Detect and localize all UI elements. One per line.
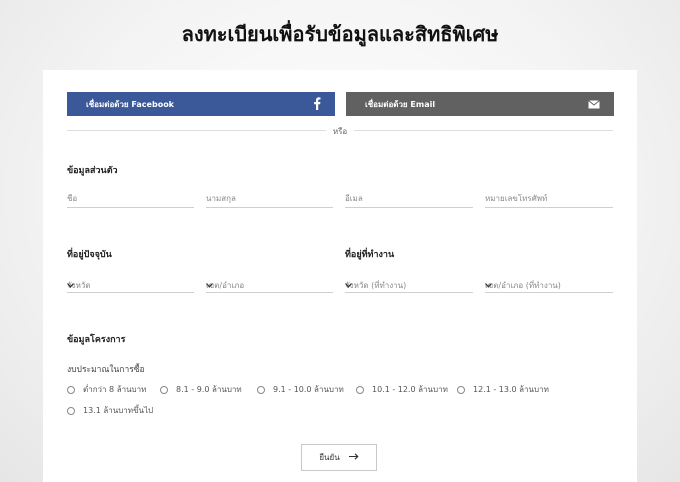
budget-option[interactable]: ต่ำกว่า 8 ล้านบาท [67, 383, 146, 396]
facebook-button-label: เชื่อมต่อด้วย Facebook [86, 99, 175, 109]
first-name-input[interactable] [67, 194, 194, 203]
chevron-down-icon [345, 281, 473, 290]
radio-circle[interactable] [67, 406, 75, 415]
registration-form: เชื่อมต่อด้วย Facebook เชื่อมต่อด้วย Ema… [43, 70, 637, 482]
home-province-select[interactable]: จังหวัด [67, 279, 194, 293]
page-title: ลงทะเบียนเพื่อรับข้อมูลและสิทธิพิเศษ [181, 22, 499, 46]
radio-circle[interactable] [160, 385, 168, 394]
email-input[interactable] [345, 194, 473, 203]
connect-email-button[interactable]: เชื่อมต่อด้วย Email [346, 92, 614, 116]
work-address-heading: ที่อยู่ที่ทำงาน [345, 250, 395, 260]
arrow-right-icon [348, 453, 359, 462]
budget-option-label: ต่ำกว่า 8 ล้านบาท [83, 385, 147, 394]
envelope-icon [588, 100, 600, 111]
last-name-field[interactable] [206, 194, 333, 208]
radio-circle[interactable] [257, 385, 265, 394]
budget-option[interactable]: 8.1 - 9.0 ล้านบาท [160, 383, 242, 396]
facebook-icon [313, 97, 321, 112]
budget-option[interactable]: 9.1 - 10.0 ล้านบาท [257, 383, 344, 396]
budget-option-label: 12.1 - 13.0 ล้านบาท [473, 385, 549, 394]
budget-option-label: 8.1 - 9.0 ล้านบาท [176, 385, 242, 394]
budget-option[interactable]: 12.1 - 13.0 ล้านบาท [457, 383, 549, 396]
budget-label: งบประมาณในการซื้อ [67, 365, 145, 375]
submit-button[interactable]: ยืนยัน [301, 444, 377, 471]
budget-option[interactable]: 13.1 ล้านบาทขึ้นไป [67, 404, 153, 417]
work-province-select[interactable]: จังหวัด (ที่ทำงาน) [345, 279, 473, 293]
home-address-heading: ที่อยู่ปัจจุบัน [67, 250, 112, 260]
submit-button-label: ยืนยัน [319, 453, 340, 462]
first-name-field[interactable] [67, 194, 194, 208]
personal-info-heading: ข้อมูลส่วนตัว [67, 166, 118, 176]
phone-input[interactable] [485, 194, 613, 203]
home-district-select[interactable]: เขต/อำเภอ [206, 279, 333, 293]
phone-field[interactable] [485, 194, 613, 208]
radio-circle[interactable] [356, 385, 364, 394]
chevron-down-icon [485, 281, 613, 290]
chevron-down-icon [67, 281, 194, 290]
budget-option[interactable]: 10.1 - 12.0 ล้านบาท [356, 383, 448, 396]
budget-option-label: 13.1 ล้านบาทขึ้นไป [83, 406, 154, 415]
work-district-select[interactable]: เขต/อำเภอ (ที่ทำงาน) [485, 279, 613, 293]
email-button-label: เชื่อมต่อด้วย Email [365, 99, 436, 109]
budget-option-label: 10.1 - 12.0 ล้านบาท [372, 385, 448, 394]
radio-circle[interactable] [67, 385, 75, 394]
project-info-heading: ข้อมูลโครงการ [67, 335, 126, 345]
last-name-input[interactable] [206, 194, 333, 203]
radio-circle[interactable] [457, 385, 465, 394]
or-label: หรือ [326, 125, 354, 138]
budget-option-label: 9.1 - 10.0 ล้านบาท [273, 385, 344, 394]
connect-facebook-button[interactable]: เชื่อมต่อด้วย Facebook [67, 92, 335, 116]
email-field[interactable] [345, 194, 473, 208]
chevron-down-icon [206, 281, 333, 290]
